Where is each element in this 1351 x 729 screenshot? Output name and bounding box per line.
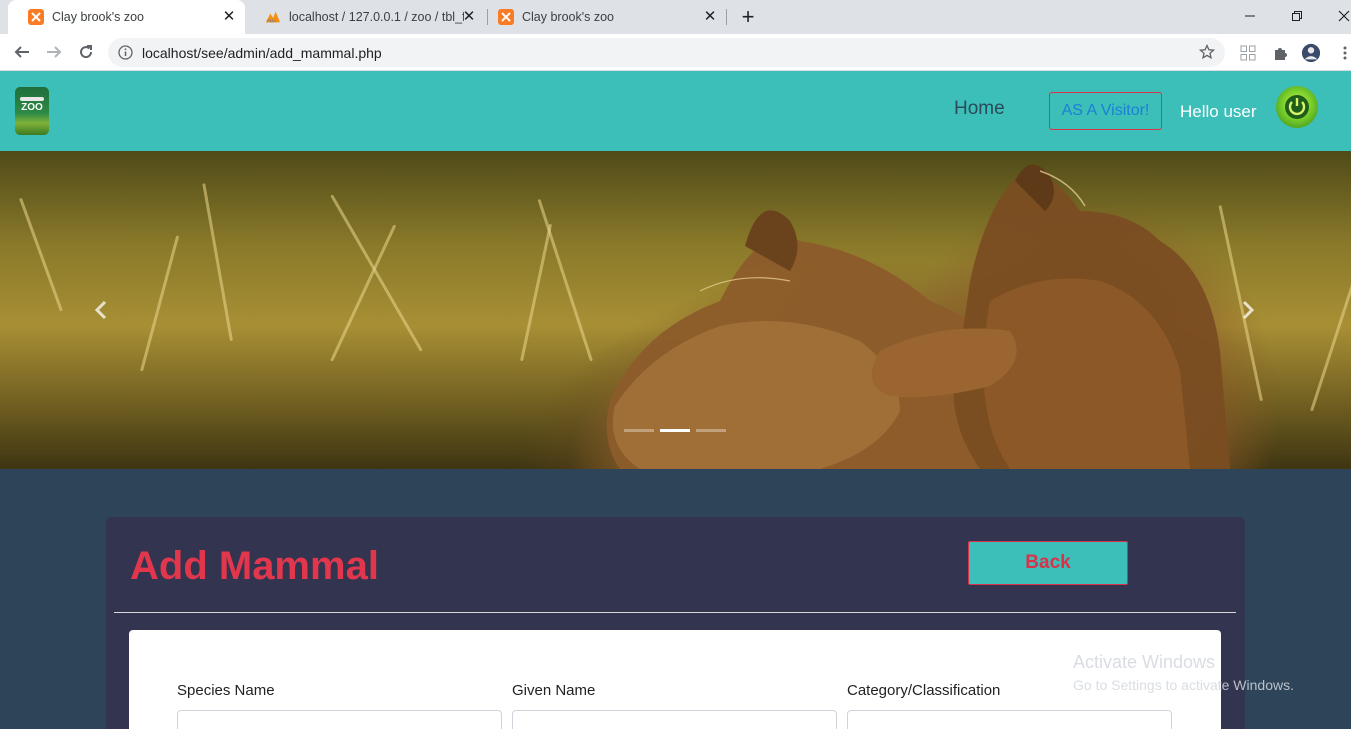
close-tab-icon[interactable]: ✕ [702, 9, 718, 25]
new-tab-button[interactable]: + [738, 6, 758, 28]
given-name-input[interactable] [512, 710, 837, 729]
lion-photo [606, 164, 1230, 469]
logo-banner [20, 97, 44, 101]
zoo-logo[interactable]: ZOO [15, 87, 49, 135]
page-title: Add Mammal [130, 544, 379, 588]
tab-title: localhost / 127.0.0.1 / zoo / tbl_fi [289, 10, 464, 24]
carousel-indicator-active[interactable] [660, 429, 690, 432]
close-tab-icon[interactable]: ✕ [461, 9, 477, 25]
carousel-indicator[interactable] [696, 429, 726, 432]
user-greeting: Hello user [1180, 102, 1257, 121]
species-name-label: Species Name [177, 682, 275, 699]
carousel-prev-icon[interactable] [91, 299, 111, 321]
restore-icon[interactable] [1285, 4, 1309, 28]
category-input[interactable] [847, 710, 1172, 729]
extensions-puzzle-icon[interactable] [1270, 43, 1290, 63]
close-tab-icon[interactable]: ✕ [221, 9, 237, 25]
hero-carousel [0, 151, 1351, 469]
site-header: ZOO Home AS A Visitor! Hello user [0, 71, 1351, 151]
minimize-icon[interactable] [1238, 4, 1262, 28]
back-arrow-icon[interactable] [10, 40, 34, 64]
activation-watermark-subtitle: Go to Settings to activate Windows. [1073, 677, 1294, 693]
divider [114, 612, 1236, 613]
apps-grid-icon[interactable] [1238, 43, 1258, 63]
menu-dots-icon[interactable] [1335, 43, 1351, 63]
carousel-indicators [624, 429, 726, 432]
browser-tab-3[interactable]: Clay brook's zoo ✕ [478, 0, 726, 34]
given-name-label: Given Name [512, 682, 596, 699]
carousel-indicator[interactable] [624, 429, 654, 432]
browser-tab-bar: Clay brook's zoo ✕ PMA localhost / 127.0… [0, 0, 1351, 34]
browser-tab-2[interactable]: PMA localhost / 127.0.0.1 / zoo / tbl_fi… [245, 0, 485, 34]
xampp-icon [498, 9, 514, 25]
tab-title: Clay brook's zoo [52, 10, 145, 24]
tab-separator [726, 9, 727, 25]
xampp-icon [28, 9, 44, 25]
species-name-input[interactable] [177, 710, 502, 729]
mammal-form: Species Name Given Name Category/Classif… [129, 630, 1221, 729]
back-button[interactable]: Back [968, 541, 1128, 585]
nav-home-link[interactable]: Home [954, 98, 1005, 120]
activation-watermark-title: Activate Windows [1073, 652, 1216, 672]
site-info-icon[interactable] [118, 45, 133, 65]
as-visitor-button[interactable]: AS A Visitor! [1049, 92, 1162, 130]
phpmyadmin-icon: PMA [265, 9, 281, 25]
power-logout-icon[interactable] [1276, 86, 1318, 128]
svg-text:PMA: PMA [267, 18, 277, 23]
browser-tab-1[interactable]: Clay brook's zoo ✕ [8, 0, 245, 34]
reload-icon[interactable] [74, 40, 98, 64]
bookmark-star-icon[interactable] [1198, 43, 1216, 65]
category-label: Category/Classification [847, 682, 1001, 699]
browser-toolbar: localhost/see/admin/add_mammal.php [0, 34, 1351, 71]
url-text: localhost/see/admin/add_mammal.php [142, 45, 382, 61]
profile-avatar[interactable] [1301, 43, 1321, 63]
add-mammal-card: Add Mammal Back Species Name Given Name … [106, 517, 1245, 729]
forward-arrow-icon[interactable] [42, 40, 66, 64]
close-window-icon[interactable] [1332, 4, 1351, 28]
address-bar[interactable]: localhost/see/admin/add_mammal.php [108, 38, 1225, 67]
logo-text: ZOO [21, 102, 43, 113]
carousel-next-icon[interactable] [1238, 299, 1258, 321]
tab-title: Clay brook's zoo [522, 10, 615, 24]
